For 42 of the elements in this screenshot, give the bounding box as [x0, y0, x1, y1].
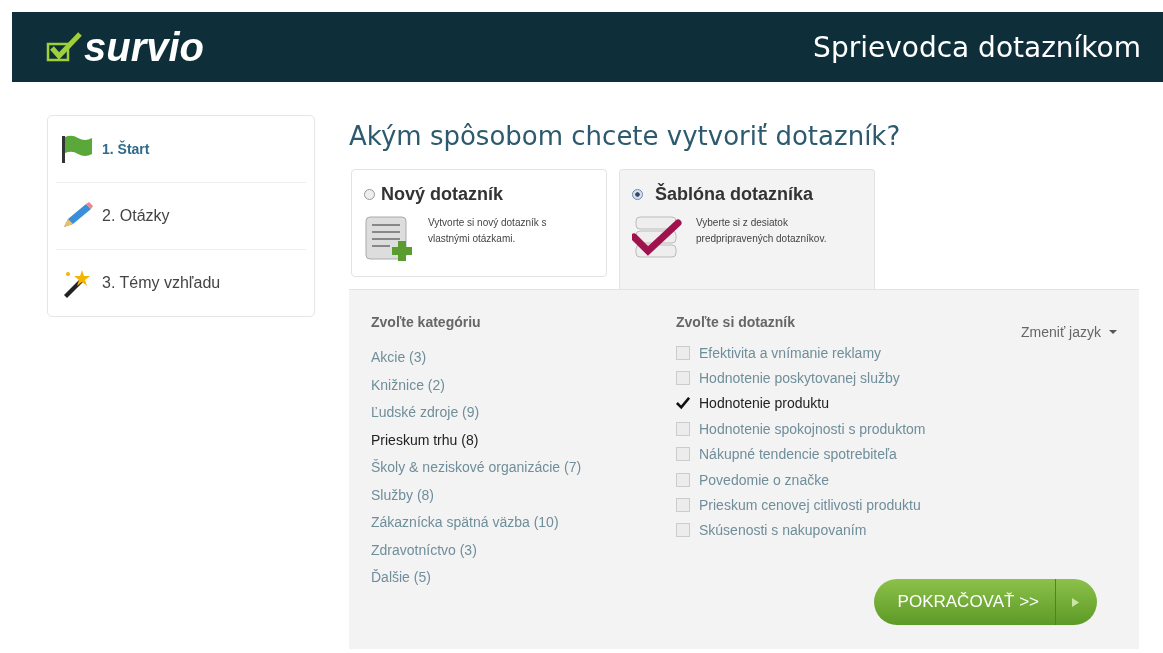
page-title: Sprievodca dotazníkom [813, 30, 1141, 64]
survey-label[interactable]: Efektivita a vnímanie reklamy [699, 344, 882, 361]
category-link[interactable]: Školy & neziskové organizácie (7) [371, 454, 676, 482]
survey-label[interactable]: Povedomie o značke [699, 471, 829, 488]
category-link[interactable]: Akcie (3) [371, 344, 676, 372]
survey-label[interactable]: Skúsenosti s nakupovaním [699, 522, 867, 539]
caret-icon [1109, 330, 1117, 334]
column-heading: Zvoľte kategóriu [371, 314, 482, 330]
radio-button[interactable] [364, 189, 375, 200]
checked-stack-icon [632, 215, 682, 261]
survey-label[interactable]: Prieskum cenovej citlivosti produktu [699, 496, 921, 513]
option-description: Vytvorte si nový dotazník s vlastnými otázkami. [428, 216, 548, 246]
checkbox-logo-icon [46, 32, 82, 62]
logo-text[interactable]: survio [84, 24, 205, 70]
radio-button[interactable] [632, 189, 643, 200]
option-tab[interactable]: Šablóna dotazníka Vyberte si z desiatok predpripravených dotazníkov. [619, 169, 875, 290]
category-link[interactable]: Prieskum trhu (8) [371, 426, 676, 454]
category-link[interactable]: Zdravotníctvo (3) [371, 536, 676, 564]
option-title: Nový dotazník [381, 184, 504, 205]
survey-label[interactable]: Hodnotenie spokojnosti s produktom [699, 420, 926, 437]
category-link[interactable]: Zákaznícka spätná väzba (10) [371, 509, 676, 537]
category-link[interactable]: Služby (8) [371, 481, 676, 509]
page-heading: Akým spôsobom chcete vytvoriť dotazník? [349, 121, 902, 151]
step-item[interactable]: 2. Otázky [56, 183, 306, 250]
document-add-icon [364, 215, 414, 261]
option-title: Šablóna dotazníka [655, 184, 814, 205]
survey-label[interactable]: Hodnotenie poskytovanej služby [699, 370, 900, 387]
option-description: Vyberte si z desiatok predpripravených dotazníkov. [696, 216, 828, 246]
survey-label[interactable]: Hodnotenie produktu [699, 395, 829, 412]
option-tab[interactable]: Nový dotazník Vytvorte si nový dotazník s vlastnými otázkami. [351, 169, 607, 277]
flag-icon [60, 134, 94, 164]
step-item[interactable]: 1. Štart [56, 116, 306, 183]
checkbox[interactable] [676, 396, 690, 411]
play-icon [1072, 597, 1079, 607]
survey-label[interactable]: Nákupné tendencie spotrebiteľa [699, 446, 897, 463]
category-link[interactable]: Ľudské zdroje (9) [371, 399, 676, 427]
category-link[interactable]: Ďalšie (5) [371, 564, 676, 592]
step-item[interactable]: 3. Témy vzhľadu [56, 250, 306, 316]
column-heading: Zvoľte si dotazník [676, 314, 795, 330]
continue-button[interactable]: POKRAČOVAŤ >> [873, 579, 1097, 625]
language-dropdown[interactable]: Zmeniť jazyk [1021, 324, 1117, 340]
category-link[interactable]: Knižnice (2) [371, 371, 676, 399]
